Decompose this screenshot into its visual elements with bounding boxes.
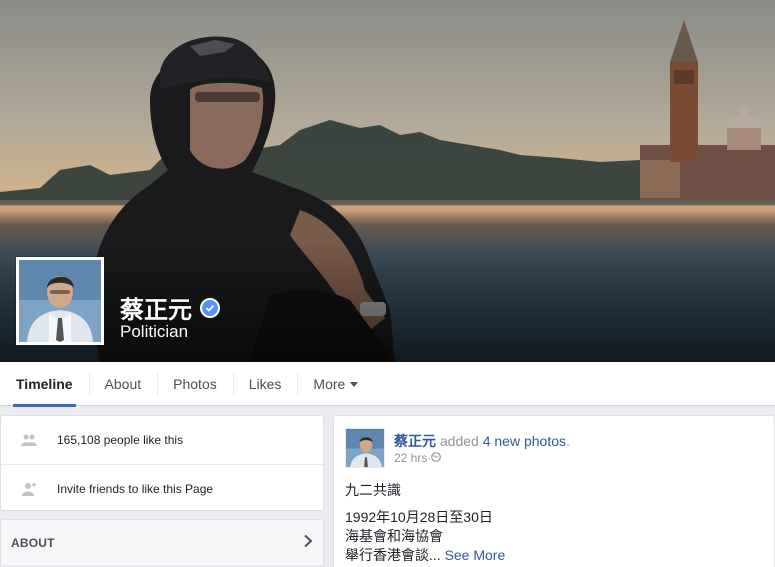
cover-gradient [0,242,775,362]
verified-badge-icon[interactable] [200,297,220,318]
post-line: 海基會和海協會 [345,528,443,544]
about-title: ABOUT [11,536,55,550]
profile-photo [19,260,101,342]
see-more-link[interactable]: See More [445,547,506,563]
tab-photos-label: Photos [173,375,217,392]
post-author-link[interactable]: 蔡正元 [394,433,436,449]
people-icon [21,432,37,448]
post-author-avatar[interactable] [345,428,385,468]
page-name-text[interactable]: 蔡正元 [120,290,192,325]
avatar-photo [346,429,384,467]
page-title[interactable]: 蔡正元 [120,290,220,325]
invite-friends-link[interactable]: Invite friends to like this Page [57,482,213,496]
tab-about-label: About [104,375,142,392]
invite-row[interactable]: Invite friends to like this Page [1,464,323,512]
likes-count-text: 165,108 people like this [57,433,184,447]
likes-row[interactable]: 165,108 people like this [1,416,323,464]
tab-timeline-label: Timeline [16,375,73,392]
tab-likes-label: Likes [248,375,282,392]
post-body: 九二共識 1992年10月28日至30日 海基會和海協會 舉行香港會談... S… [345,481,505,565]
post-line: 九二共識 [345,482,401,498]
post-line-last: 舉行香港會談... See More [345,546,505,565]
post-timestamp[interactable]: 22 hrs [394,451,427,465]
tab-photos[interactable]: Photos [157,362,233,406]
tab-about[interactable]: About [88,362,158,406]
tab-more[interactable]: More [297,362,374,406]
tab-more-label: More [313,375,346,392]
profile-picture[interactable] [16,257,104,345]
page-tab-bar: Timeline About Photos Likes More [0,362,775,407]
caret-down-icon [350,382,359,387]
post-meta: 22 hrs · [394,451,442,465]
cover-photo[interactable] [0,0,775,362]
tab-timeline[interactable]: Timeline [0,362,89,407]
post-line: 1992年10月28日至30日 [345,509,493,525]
globe-icon[interactable] [431,451,442,465]
timeline-post: 蔡正元 added 4 new photos. 22 hrs · 九二共識 19… [333,415,775,567]
likes-card: 165,108 people like this Invite friends … [0,415,324,511]
post-period: . [566,433,570,449]
post-photos-link[interactable]: 4 new photos [483,433,566,449]
page-category: Politician [120,322,189,341]
tab-likes[interactable]: Likes [232,362,298,406]
post-action-text: added [436,433,483,449]
post-line-text: 舉行香港會談... [345,547,441,563]
chevron-right-icon[interactable] [303,534,313,553]
add-person-icon [21,481,37,497]
about-card-header[interactable]: ABOUT [0,519,324,567]
post-header: 蔡正元 added 4 new photos. [394,431,570,451]
